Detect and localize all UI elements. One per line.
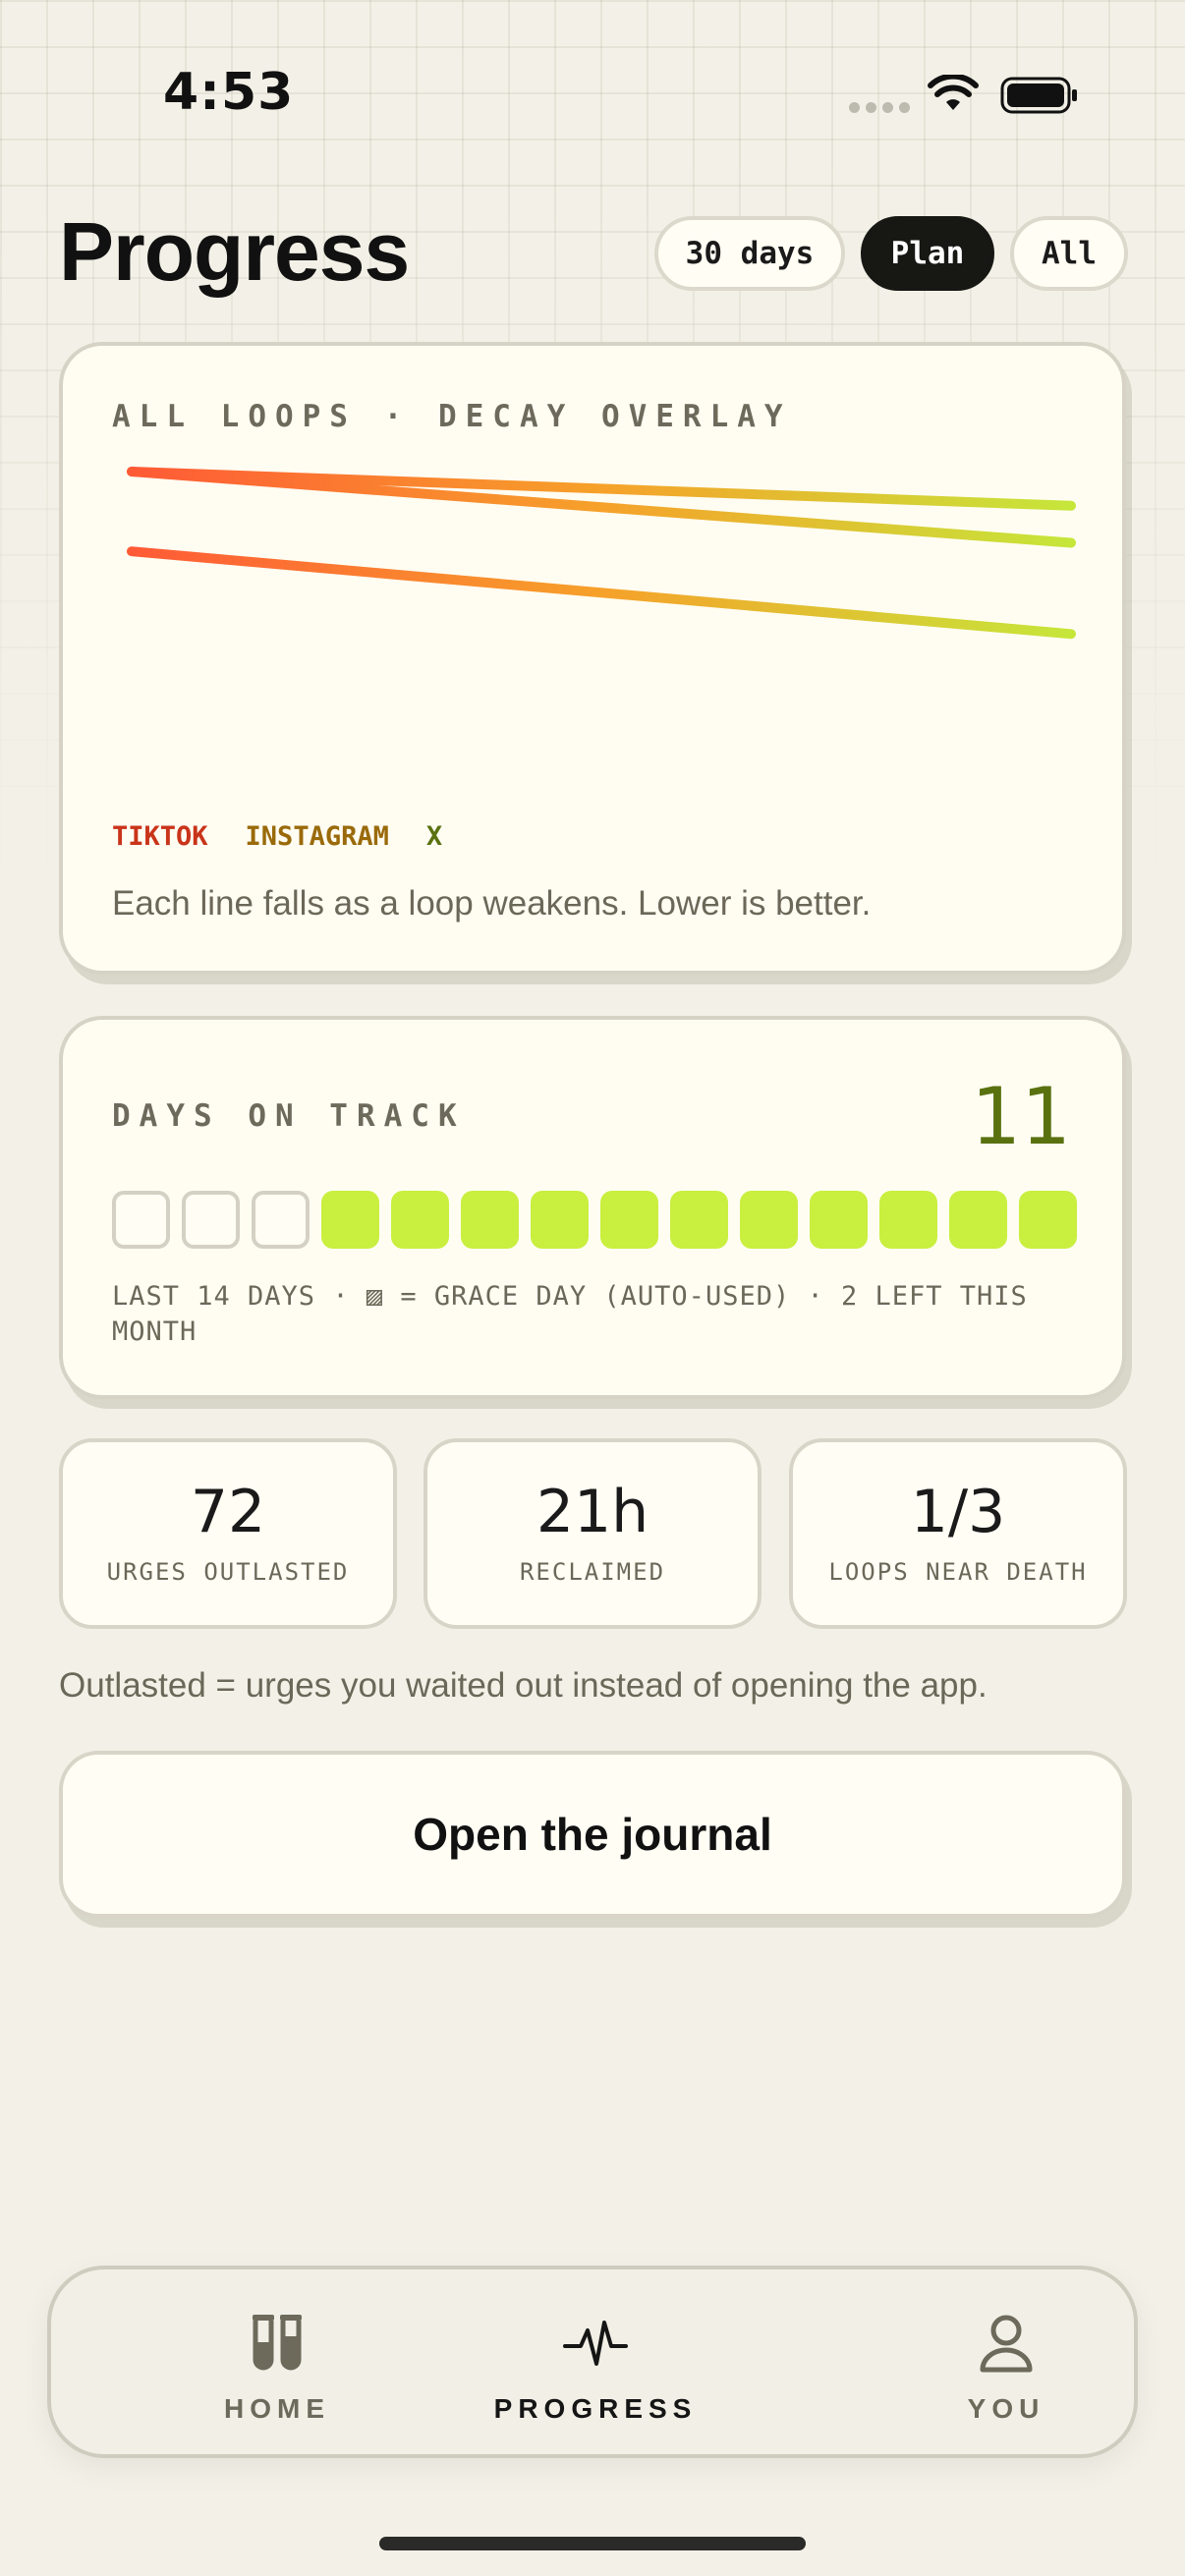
day-squares (112, 1191, 1077, 1249)
decay-line-tiktok (127, 467, 1076, 548)
stat-value: 21h (536, 1478, 649, 1546)
day-square-on-track (321, 1191, 379, 1249)
day-square-on-track (740, 1191, 798, 1249)
cellular-signal-icon (849, 102, 910, 113)
stat-label: URGES OUTLASTED (106, 1558, 350, 1586)
tab-home-label: HOME (224, 2393, 330, 2424)
legend-tiktok: TIKTOK (112, 821, 208, 852)
tab-progress[interactable]: PROGRESS (468, 2309, 723, 2425)
filter-all[interactable]: All (1010, 216, 1128, 291)
tab-you[interactable]: YOU (878, 2309, 1134, 2425)
day-square-empty (182, 1191, 240, 1249)
tab-home[interactable]: HOME (149, 2309, 405, 2425)
days-on-track-title: DAYS ON TRACK (112, 1098, 466, 1134)
day-square-empty (252, 1191, 310, 1249)
day-square-on-track (531, 1191, 589, 1249)
day-square-on-track (391, 1191, 449, 1249)
stat-reclaimed: 21h RECLAIMED (423, 1438, 762, 1629)
status-time: 4:53 (163, 63, 295, 122)
stat-label: RECLAIMED (519, 1558, 666, 1586)
day-square-on-track (1019, 1191, 1077, 1249)
days-on-track-card: DAYS ON TRACK 11 LAST 14 DAYS · ▨ = GRAC… (59, 1016, 1126, 1399)
tab-bar: HOME PROGRESS YOU (47, 2266, 1138, 2458)
legend-x: X (425, 821, 443, 852)
day-square-on-track (461, 1191, 519, 1249)
stat-value: 72 (190, 1478, 266, 1546)
decay-line-x (127, 546, 1076, 640)
filter-plan[interactable]: Plan (861, 216, 994, 291)
day-square-on-track (949, 1191, 1007, 1249)
test-tubes-icon (253, 2315, 302, 2371)
decay-card-title: ALL LOOPS · DECAY OVERLAY (112, 399, 792, 434)
person-icon (980, 2315, 1033, 2373)
outlasted-explanation: Outlasted = urges you waited out instead… (59, 1666, 988, 1705)
days-on-track-note: LAST 14 DAYS · ▨ = GRACE DAY (AUTO-USED)… (112, 1281, 1028, 1347)
day-square-on-track (670, 1191, 728, 1249)
stat-value: 1/3 (910, 1478, 1006, 1546)
page-title: Progress (59, 205, 410, 298)
decay-chart (127, 467, 1076, 640)
filter-30-days[interactable]: 30 days (654, 216, 845, 291)
legend-instagram: INSTAGRAM (245, 821, 389, 852)
tab-you-label: YOU (967, 2393, 1045, 2424)
decay-overlay-card: ALL LOOPS · DECAY OVERLAY TIKTOK INSTAGR… (59, 342, 1126, 975)
open-journal-button[interactable]: Open the journal (59, 1751, 1126, 1918)
day-square-on-track (600, 1191, 658, 1249)
day-square-on-track (810, 1191, 868, 1249)
stat-loops-near-death: 1/3 LOOPS NEAR DEATH (789, 1438, 1127, 1629)
home-indicator (379, 2537, 806, 2550)
tab-progress-label: PROGRESS (493, 2393, 698, 2424)
decay-line-instagram (127, 467, 1076, 511)
pulse-icon (563, 2321, 628, 2366)
battery-icon (1000, 77, 1077, 114)
day-square-on-track (879, 1191, 937, 1249)
decay-caption: Each line falls as a loop weakens. Lower… (112, 884, 872, 923)
decay-legend: TIKTOK INSTAGRAM X (112, 821, 442, 852)
day-square-empty (112, 1191, 170, 1249)
stat-label: LOOPS NEAR DEATH (828, 1558, 1088, 1586)
days-on-track-count: 11 (971, 1071, 1071, 1162)
wifi-icon (928, 75, 979, 110)
stat-urges-outlasted: 72 URGES OUTLASTED (59, 1438, 397, 1629)
